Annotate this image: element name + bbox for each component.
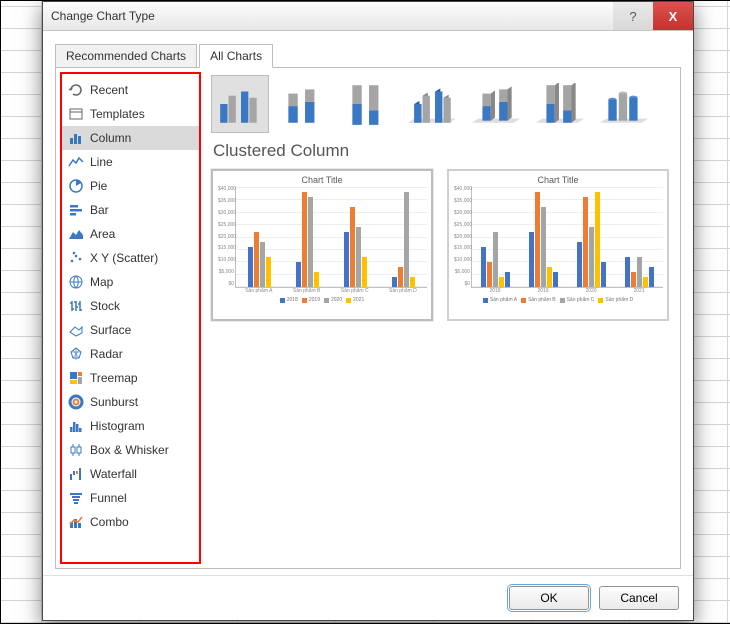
map-icon xyxy=(68,274,84,290)
templates-icon xyxy=(68,106,84,122)
subtype-stacked-2d[interactable] xyxy=(275,75,333,133)
sunburst-icon xyxy=(68,394,84,410)
column-icon xyxy=(68,130,84,146)
subtype-clustered-3d[interactable] xyxy=(403,75,461,133)
category-xy[interactable]: X Y (Scatter) xyxy=(62,246,199,270)
category-area[interactable]: Area xyxy=(62,222,199,246)
category-label: Waterfall xyxy=(90,467,137,481)
column-subtype-row xyxy=(211,75,674,133)
boxwhisker-icon xyxy=(68,442,84,458)
chart-previews: Chart Title$40,000$35,000$30,000$25,000$… xyxy=(211,169,674,321)
category-stock[interactable]: Stock xyxy=(62,294,199,318)
dialog-titlebar[interactable]: Change Chart Type ? X xyxy=(43,2,693,31)
close-button[interactable]: X xyxy=(653,2,693,30)
stock-icon xyxy=(68,298,84,314)
category-column[interactable]: Column xyxy=(62,126,199,150)
subtype-stacked100-3d[interactable] xyxy=(531,75,589,133)
category-map[interactable]: Map xyxy=(62,270,199,294)
category-pie[interactable]: Pie xyxy=(62,174,199,198)
category-label: Recent xyxy=(90,83,128,97)
histogram-icon xyxy=(68,418,84,434)
preview-title: Chart Title xyxy=(217,175,427,185)
chart-category-list: Recent Templates Column Line Pie Bar Area X Y (… xyxy=(60,72,201,564)
category-label: Combo xyxy=(90,515,129,529)
bar-icon xyxy=(68,202,84,218)
subtype-clustered-2d[interactable] xyxy=(211,75,269,133)
category-surface[interactable]: Surface xyxy=(62,318,199,342)
category-label: Pie xyxy=(90,179,107,193)
category-label: Sunburst xyxy=(90,395,138,409)
subtype-column-3d[interactable] xyxy=(595,75,653,133)
category-label: Stock xyxy=(90,299,120,313)
category-label: Histogram xyxy=(90,419,145,433)
tab-recommended-charts[interactable]: Recommended Charts xyxy=(55,44,197,68)
category-histogram[interactable]: Histogram xyxy=(62,414,199,438)
category-combo[interactable]: Combo xyxy=(62,510,199,534)
line-icon xyxy=(68,154,84,170)
area-icon xyxy=(68,226,84,242)
category-label: Column xyxy=(90,131,131,145)
category-sunburst[interactable]: Sunburst xyxy=(62,390,199,414)
category-label: Treemap xyxy=(90,371,138,385)
dialog-title: Change Chart Type xyxy=(51,9,155,23)
chart-preview-2[interactable]: Chart Title$40,000$35,000$30,000$25,000$… xyxy=(447,169,669,321)
category-bar[interactable]: Bar xyxy=(62,198,199,222)
worksheet-background: Change Chart Type ? X Recommended Charts… xyxy=(0,0,730,624)
cancel-button[interactable]: Cancel xyxy=(599,586,679,610)
surface-icon xyxy=(68,322,84,338)
category-label: Bar xyxy=(90,203,109,217)
category-label: Box & Whisker xyxy=(90,443,169,457)
subtype-stacked100-2d[interactable] xyxy=(339,75,397,133)
radar-icon xyxy=(68,346,84,362)
category-label: Map xyxy=(90,275,113,289)
treemap-icon xyxy=(68,370,84,386)
category-label: Line xyxy=(90,155,113,169)
change-chart-type-dialog: Change Chart Type ? X Recommended Charts… xyxy=(42,1,694,621)
chart-preview-1[interactable]: Chart Title$40,000$35,000$30,000$25,000$… xyxy=(211,169,433,321)
subtype-stacked-3d[interactable] xyxy=(467,75,525,133)
category-waterfall[interactable]: Waterfall xyxy=(62,462,199,486)
category-label: X Y (Scatter) xyxy=(90,251,158,265)
category-templates[interactable]: Templates xyxy=(62,102,199,126)
waterfall-icon xyxy=(68,466,84,482)
category-line[interactable]: Line xyxy=(62,150,199,174)
category-label: Templates xyxy=(90,107,145,121)
category-boxwhisker[interactable]: Box & Whisker xyxy=(62,438,199,462)
category-label: Funnel xyxy=(90,491,127,505)
recent-icon xyxy=(68,82,84,98)
tab-all-charts[interactable]: All Charts xyxy=(199,44,273,68)
category-recent[interactable]: Recent xyxy=(62,78,199,102)
category-radar[interactable]: Radar xyxy=(62,342,199,366)
preview-title: Chart Title xyxy=(453,175,663,185)
ok-button[interactable]: OK xyxy=(509,586,589,610)
category-label: Radar xyxy=(90,347,123,361)
category-label: Surface xyxy=(90,323,131,337)
category-label: Area xyxy=(90,227,115,241)
pie-icon xyxy=(68,178,84,194)
category-treemap[interactable]: Treemap xyxy=(62,366,199,390)
category-funnel[interactable]: Funnel xyxy=(62,486,199,510)
combo-icon xyxy=(68,514,84,530)
subtype-title: Clustered Column xyxy=(213,141,674,161)
help-button[interactable]: ? xyxy=(613,2,653,30)
funnel-icon xyxy=(68,490,84,506)
xy-icon xyxy=(68,250,84,266)
